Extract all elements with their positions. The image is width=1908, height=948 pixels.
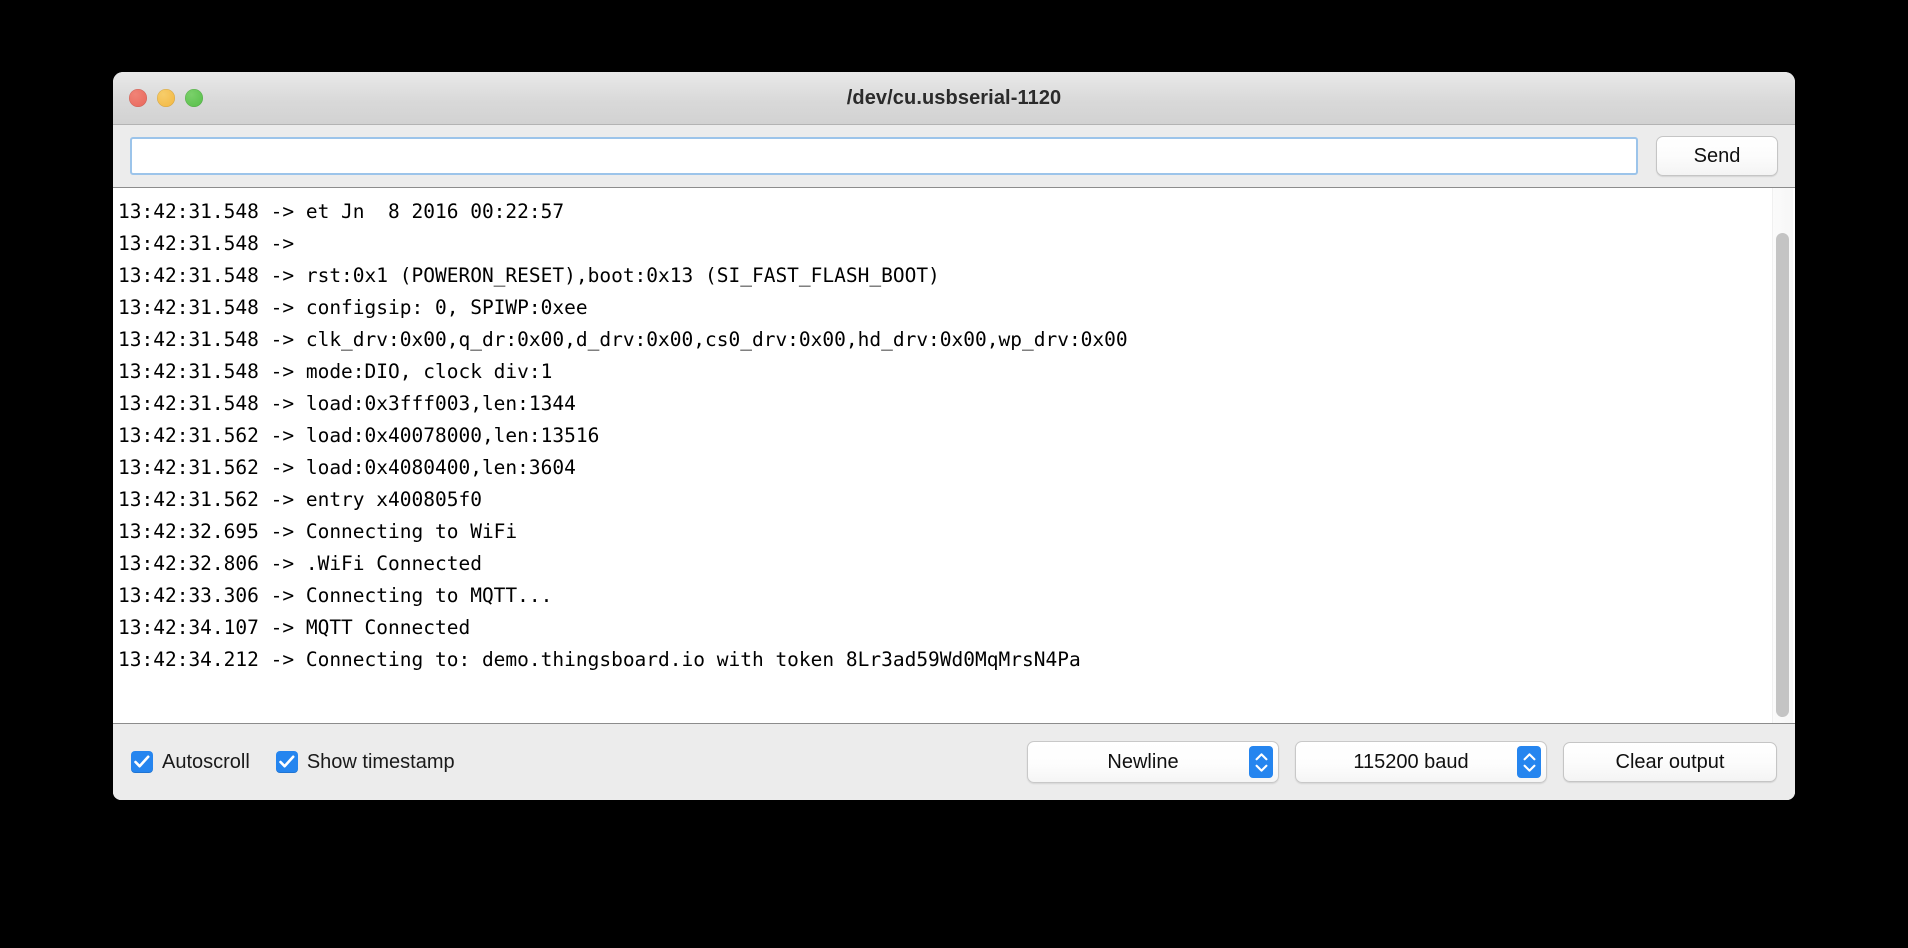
line-ending-select[interactable]: Newline [1027,741,1279,783]
console-line: 13:42:31.548 -> et Jn 8 2016 00:22:57 [118,200,565,223]
show-timestamp-checkbox-group[interactable]: Show timestamp [275,750,455,774]
console-scrollbar-track[interactable] [1772,188,1793,723]
checkmark-icon [134,755,150,768]
console-line: 13:42:34.107 -> MQTT Connected [118,616,471,639]
chevron-updown-icon[interactable] [1249,746,1273,778]
chevron-down-icon [1523,764,1535,772]
show-timestamp-checkbox[interactable] [275,751,298,773]
send-button[interactable]: Send [1656,136,1778,176]
console-line: 13:42:31.562 -> entry x400805f0 [118,488,482,511]
console-scrollbar-thumb[interactable] [1776,233,1789,717]
console-line: 13:42:31.548 -> rst:0x1 (POWERON_RESET),… [118,264,940,287]
window-title: /dev/cu.usbserial-1120 [846,86,1062,109]
console-line: 13:42:31.548 -> configsip: 0, SPIWP:0xee [118,296,588,319]
console-output-area: 13:42:31.548 -> et Jn 8 2016 00:22:57 13:… [113,187,1795,724]
chevron-updown-icon[interactable] [1517,746,1541,778]
checkmark-icon [279,755,295,768]
baud-rate-select[interactable]: 115200 baud [1295,741,1547,783]
autoscroll-checkbox[interactable] [131,751,153,773]
line-ending-value: Newline [1107,750,1179,773]
minimize-window-button[interactable] [157,89,175,107]
send-command-row: Send [113,125,1795,187]
serial-monitor-window: /dev/cu.usbserial-1120 Send 13:42:31.548… [113,72,1795,800]
chevron-up-icon [1523,752,1535,760]
console-line: 13:42:31.548 -> clk_drv:0x00,q_dr:0x00,d… [118,328,1128,351]
console-line: 13:42:32.695 -> Connecting to WiFi [118,520,518,543]
zoom-window-button[interactable] [185,89,203,107]
autoscroll-label: Autoscroll [162,750,250,773]
console-line: 13:42:33.306 -> Connecting to MQTT... [118,584,553,607]
clear-output-button[interactable]: Clear output [1563,742,1777,782]
show-timestamp-label: Show timestamp [306,750,455,773]
console-line: 13:42:31.548 -> load:0x3fff003,len:1344 [118,392,576,415]
console-line: 13:42:32.806 -> .WiFi Connected [118,552,482,575]
autoscroll-checkbox-group[interactable]: Autoscroll [131,751,250,774]
chevron-up-icon [1255,752,1267,760]
console-line: 13:42:31.562 -> load:0x40078000,len:1351… [118,424,600,447]
console-line: 13:42:31.548 -> mode:DIO, clock div:1 [118,360,553,383]
console-line: 13:42:34.212 -> Connecting to: demo.thin… [118,648,1081,671]
console-line: 13:42:31.562 -> load:0x4080400,len:3604 [118,456,576,479]
console-line: 13:42:31.548 -> [118,232,306,255]
send-input[interactable] [130,137,1638,175]
window-titlebar[interactable]: /dev/cu.usbserial-1120 [113,72,1795,125]
close-window-button[interactable] [129,89,147,107]
bottom-toolbar: Autoscroll Show timestamp Newline 115200… [113,724,1795,800]
window-controls [129,89,203,107]
baud-rate-value: 115200 baud [1353,750,1469,773]
chevron-down-icon [1255,764,1267,772]
console-output-text[interactable]: 13:42:31.548 -> et Jn 8 2016 00:22:57 13:… [113,188,1773,723]
